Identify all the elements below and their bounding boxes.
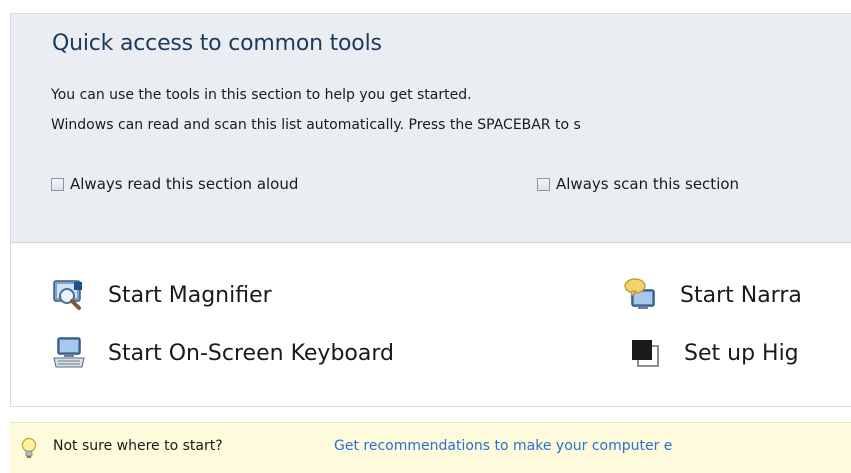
scan-note: Windows can read and scan this list auto… xyxy=(51,117,581,133)
start-on-screen-keyboard-label: Start On-Screen Keyboard xyxy=(108,340,394,366)
lightbulb-icon xyxy=(21,437,37,458)
section-description: You can use the tools in this section to… xyxy=(51,87,472,103)
start-narrator-label: Start Narra xyxy=(680,282,802,308)
read-aloud-checkbox-box[interactable] xyxy=(51,177,64,191)
not-sure-text: Not sure where to start? xyxy=(53,438,223,454)
read-aloud-label: Always read this section aloud xyxy=(70,175,299,193)
start-narrator-link[interactable]: Start Narra xyxy=(624,278,802,312)
read-aloud-checkbox[interactable]: Always read this section aloud xyxy=(51,175,298,193)
narrator-icon xyxy=(624,278,655,309)
quick-access-header: Quick access to common tools You can use… xyxy=(11,14,851,243)
scan-section-checkbox-box[interactable] xyxy=(537,177,550,191)
scan-section-label: Always scan this section xyxy=(556,175,740,193)
start-magnifier-link[interactable]: Start Magnifier xyxy=(52,278,272,312)
section-title: Quick access to common tools xyxy=(52,31,382,56)
quick-access-panel: Quick access to common tools You can use… xyxy=(10,13,851,407)
start-magnifier-label: Start Magnifier xyxy=(108,282,272,308)
high-contrast-icon xyxy=(632,340,659,367)
magnifier-icon xyxy=(53,280,82,310)
set-up-high-contrast-label: Set up Hig xyxy=(684,340,799,366)
set-up-high-contrast-link[interactable]: Set up Hig xyxy=(628,336,799,370)
get-recommendations-link[interactable]: Get recommendations to make your compute… xyxy=(334,438,672,454)
start-on-screen-keyboard-link[interactable]: Start On-Screen Keyboard xyxy=(52,336,394,370)
scan-section-checkbox[interactable]: Always scan this section xyxy=(537,175,739,193)
recommendations-bar: Not sure where to start? Get recommendat… xyxy=(10,422,851,473)
keyboard-icon xyxy=(53,337,85,368)
